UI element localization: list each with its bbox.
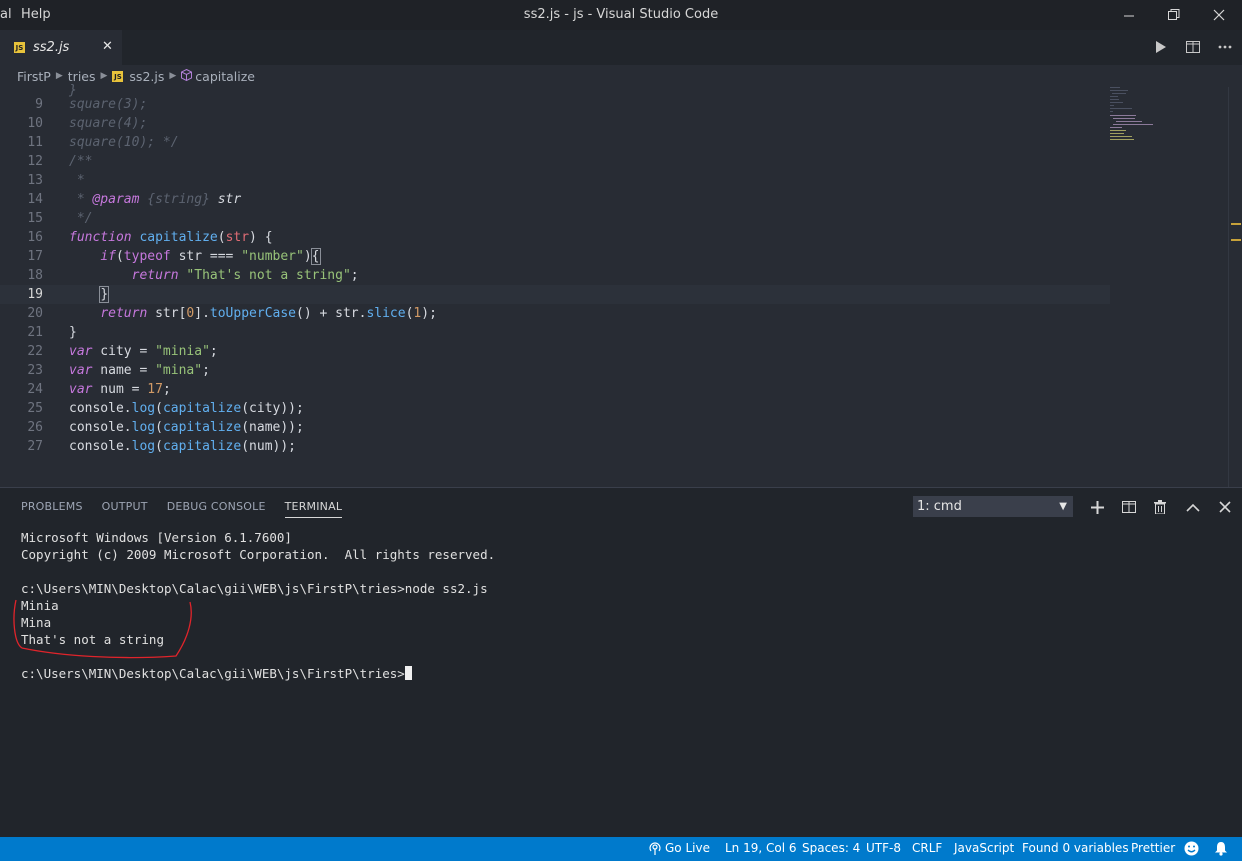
line-ending[interactable]: CRLF — [912, 841, 942, 855]
trash-icon[interactable] — [1150, 497, 1170, 517]
line-number: 12 — [27, 154, 43, 169]
line-number: 23 — [27, 363, 43, 378]
line-number: 10 — [27, 116, 43, 131]
code-line[interactable]: square(4); — [69, 114, 147, 133]
line-number: 11 — [27, 135, 43, 150]
minimize-icon[interactable] — [1106, 0, 1152, 30]
tab-terminal[interactable]: TERMINAL — [284, 500, 343, 518]
code-line[interactable]: console.log(capitalize(num)); — [69, 437, 296, 456]
breadcrumb-firstp[interactable]: FirstP — [17, 69, 51, 84]
line-number: 25 — [27, 401, 43, 416]
variables-status[interactable]: Found 0 variables — [1022, 841, 1129, 855]
line-number: 16 — [27, 230, 43, 245]
code-line[interactable]: */ — [69, 209, 93, 228]
bottom-panel: PROBLEMS OUTPUT DEBUG CONSOLE TERMINAL 1… — [0, 487, 1242, 838]
close-window-icon[interactable] — [1196, 0, 1242, 30]
code-editor[interactable]: } 9 square(3); 10 square(4); 11 square(10);… — [0, 83, 1242, 487]
chevron-right-icon: ▶ — [100, 71, 108, 81]
js-file-icon: JS — [112, 70, 124, 82]
close-panel-icon[interactable] — [1215, 497, 1235, 517]
language-mode[interactable]: JavaScript — [954, 841, 1014, 855]
breadcrumb-tries[interactable]: tries — [68, 69, 96, 84]
code-line[interactable]: } — [69, 323, 77, 342]
breadcrumb: FirstP ▶ tries ▶ JS ss2.js ▶ capitalize — [0, 65, 1242, 87]
go-live-button[interactable]: Go Live — [665, 841, 710, 855]
new-terminal-icon[interactable] — [1087, 497, 1107, 517]
breadcrumb-symbol[interactable]: capitalize — [195, 69, 255, 84]
split-editor-icon[interactable] — [1182, 37, 1204, 57]
prettier-status[interactable]: Prettier — [1131, 841, 1175, 855]
js-file-icon: JS — [14, 42, 25, 53]
line-number: 18 — [27, 268, 43, 283]
line-number: 22 — [27, 344, 43, 359]
tab-ss2-js[interactable]: JS ss2.js ✕ — [0, 30, 122, 65]
tab-label: ss2.js — [33, 40, 70, 55]
close-tab-icon[interactable]: ✕ — [102, 39, 113, 54]
line-number: 21 — [27, 325, 43, 340]
code-line[interactable]: function capitalize(str) { — [69, 228, 273, 247]
smiley-icon[interactable] — [1184, 841, 1199, 859]
code-line[interactable]: /** — [69, 152, 92, 171]
line-number: 14 — [27, 192, 43, 207]
line-number: 26 — [27, 420, 43, 435]
code-line[interactable]: var num = 17; — [69, 380, 171, 399]
code-line[interactable]: console.log(capitalize(name)); — [69, 418, 304, 437]
title-bar: al Help ss2.js - js - Visual Studio Code — [0, 0, 1242, 30]
line-number: 15 — [27, 211, 43, 226]
line-number: 9 — [35, 97, 43, 112]
terminal-cursor — [404, 666, 412, 680]
code-line[interactable]: if(typeof str === "number"){ — [69, 247, 321, 266]
encoding[interactable]: UTF-8 — [866, 841, 901, 855]
line-number: 27 — [27, 439, 43, 454]
chevron-down-icon: ▼ — [1059, 501, 1067, 512]
line-number: 20 — [27, 306, 43, 321]
code-line[interactable]: console.log(capitalize(city)); — [69, 399, 304, 418]
line-number: 24 — [27, 382, 43, 397]
run-icon[interactable] — [1150, 37, 1172, 57]
editor-tab-bar: JS ss2.js ✕ — [0, 30, 1242, 65]
red-annotation-outline — [13, 599, 192, 659]
split-terminal-icon[interactable] — [1119, 497, 1139, 517]
minimap[interactable] — [1108, 87, 1178, 147]
code-line[interactable]: var city = "minia"; — [69, 342, 218, 361]
more-actions-icon[interactable] — [1214, 37, 1236, 57]
editor-scrollbar[interactable] — [1228, 87, 1242, 487]
line-number: 19 — [27, 287, 43, 302]
code-line[interactable]: return "That's not a string"; — [69, 266, 359, 285]
terminal-select[interactable]: 1: cmd ▼ — [913, 496, 1073, 517]
maximize-panel-icon[interactable] — [1183, 497, 1203, 517]
cursor-position[interactable]: Ln 19, Col 6 — [725, 841, 797, 855]
indentation[interactable]: Spaces: 4 — [802, 841, 860, 855]
code-line[interactable]: * — [69, 171, 85, 190]
window-title: ss2.js - js - Visual Studio Code — [523, 7, 719, 22]
status-bar: Go Live Ln 19, Col 6 Spaces: 4 UTF-8 CRL… — [0, 837, 1242, 861]
line-number: 17 — [27, 249, 43, 264]
code-line[interactable]: square(3); — [69, 95, 147, 114]
chevron-right-icon: ▶ — [169, 71, 177, 81]
bell-icon[interactable] — [1214, 841, 1228, 859]
restore-icon[interactable] — [1151, 0, 1197, 30]
code-line[interactable]: square(10); */ — [69, 133, 179, 152]
chevron-right-icon: ▶ — [55, 71, 63, 81]
line-number: 13 — [27, 173, 43, 188]
breadcrumb-file[interactable]: ss2.js — [129, 69, 164, 84]
code-line[interactable]: } — [69, 285, 110, 304]
broadcast-icon — [647, 840, 663, 859]
code-line[interactable]: return str[0].toUpperCase() + str.slice(… — [69, 304, 437, 323]
code-line[interactable]: var name = "mina"; — [69, 361, 210, 380]
code-line[interactable]: * @param {string} str — [69, 190, 241, 209]
current-line-highlight: 19 } — [0, 285, 1110, 304]
terminal-select-value: 1: cmd — [917, 499, 962, 514]
cube-icon — [181, 68, 193, 84]
